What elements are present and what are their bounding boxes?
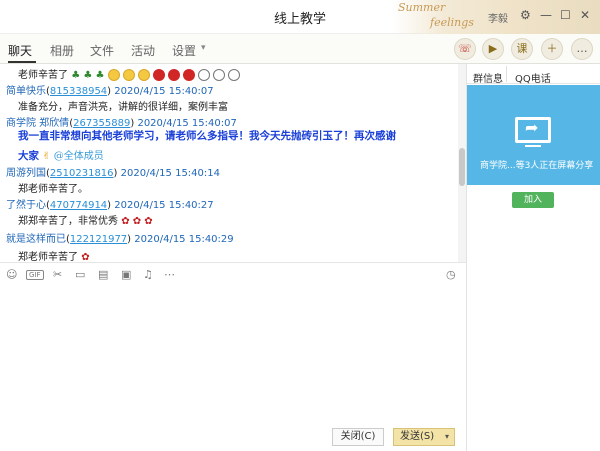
message-text: 郑老师辛苦了 [18, 252, 78, 262]
send-label: 发送(S) [400, 431, 435, 442]
settings-icon[interactable]: ⚙ [520, 8, 531, 22]
sender-qq[interactable]: 2510231816 [50, 168, 114, 179]
timestamp: 2020/4/15 15:40:07 [114, 86, 214, 97]
message-input[interactable] [0, 286, 466, 420]
emoji-icon[interactable]: ☺ [6, 268, 17, 281]
message-text: 老师辛苦了 [18, 70, 68, 81]
message-header: 了然于心(470774914) 2020/4/15 15:40:27 [6, 200, 214, 211]
emoji-icon [182, 69, 195, 81]
image-icon[interactable]: ▣ [121, 268, 131, 281]
emoji-icon [137, 69, 150, 81]
folder-icon[interactable]: ▭ [75, 268, 85, 281]
sender-name[interactable]: 周游列国 [6, 168, 46, 179]
tab-album[interactable]: 相册 [50, 42, 74, 59]
emoji-icon [152, 69, 165, 81]
more-icon[interactable]: … [571, 38, 593, 60]
user-name[interactable]: 李毅 [488, 10, 508, 25]
tab-qq-call[interactable]: QQ电话 [515, 70, 551, 85]
tab-chat[interactable]: 聊天 [8, 42, 32, 59]
emoji-icon [107, 69, 120, 81]
close-button[interactable]: 关闭(C) [332, 428, 384, 446]
emoji-strip [107, 69, 243, 81]
screen-stand [525, 145, 541, 147]
emoji-icon [122, 69, 135, 81]
message-text: 准备充分，声音洪亮，讲解的很详细，案例丰富 [18, 102, 228, 113]
chat-scrollbar[interactable] [458, 64, 466, 262]
gif-icon[interactable]: GIF [26, 270, 44, 280]
emoji-icon [212, 69, 225, 81]
timestamp: 2020/4/15 15:40:27 [114, 200, 214, 211]
sender-qq[interactable]: 122121977 [70, 234, 127, 245]
chevron-down-icon[interactable]: ▾ [201, 43, 206, 53]
tab-divider [506, 66, 507, 82]
tab-files[interactable]: 文件 [90, 42, 114, 59]
sender-qq[interactable]: 470774914 [50, 200, 107, 211]
video-icon[interactable]: ▶ [482, 38, 504, 60]
tab-activity[interactable]: 活动 [131, 42, 155, 59]
tab-bar: 聊天 相册 文件 活动 设置 ▾ [0, 34, 600, 64]
history-icon[interactable]: ◷ [446, 268, 456, 281]
message-text: 我一直非常想向其他老师学习，请老师么多指导！我今天先抛砖引玉了！再次感谢 [18, 130, 396, 142]
minimize-button[interactable]: — [540, 8, 552, 22]
screen-share-status: 商学院...等3人正在屏幕分享 [480, 161, 594, 171]
handshake-icon: ✌ [42, 151, 51, 162]
mention-all[interactable]: @全体成员 [54, 151, 104, 162]
message-row: 老师辛苦了 ♣ ♣ ♣ [18, 66, 243, 81]
sender-name[interactable]: 了然于心 [6, 200, 46, 211]
more-icon[interactable]: ⋯ [164, 268, 175, 281]
chevron-down-icon[interactable]: ▾ [445, 429, 449, 445]
lesson-icon[interactable]: 课 [511, 38, 533, 60]
maximize-button[interactable]: ☐ [560, 8, 571, 22]
join-button[interactable]: 加入 [512, 192, 554, 208]
message-text: 大家 ✌ @全体成员 [18, 147, 104, 163]
title-bar: Summer feelings 线上教学 李毅 ⚙ — ☐ ✕ [0, 0, 600, 34]
message-row: 郑郑辛苦了，非常优秀 ✿ ✿ ✿ [18, 212, 153, 227]
tab-group-info[interactable]: 群信息 [473, 70, 503, 85]
share-arrow-icon: ➦ [525, 118, 539, 137]
message-header: 周游列国(2510231816) 2020/4/15 15:40:14 [6, 168, 220, 179]
message-row: 郑老师辛苦了 ✿ [18, 248, 90, 262]
add-app-icon[interactable]: ＋ [541, 38, 563, 60]
scissors-icon[interactable]: ✂ [53, 268, 62, 281]
sender-name[interactable]: 就是这样而已 [6, 234, 66, 245]
tab-settings[interactable]: 设置 [172, 42, 196, 59]
chat-history[interactable]: 老师辛苦了 ♣ ♣ ♣ 简单快乐(815338954) 2020/4/15 15… [0, 64, 458, 262]
emoji-icon [227, 69, 240, 81]
emoji-icon [197, 69, 210, 81]
message-header: 商学院 郑欣倩(267355889) 2020/4/15 15:40:07 [6, 118, 237, 129]
window-title: 线上教学 [273, 12, 326, 27]
phone-icon[interactable]: ☏ [454, 38, 476, 60]
emoji-icon [167, 69, 180, 81]
timestamp: 2020/4/15 15:40:14 [120, 168, 220, 179]
sender-qq[interactable]: 815338954 [50, 86, 107, 97]
input-toolbar: ☺ GIF ✂ ▭ ▤ ▣ ♫ ⋯ ◷ [0, 262, 466, 286]
close-window-button[interactable]: ✕ [580, 8, 590, 22]
active-tab-indicator [8, 61, 36, 63]
message-header: 简单快乐(815338954) 2020/4/15 15:40:07 [6, 86, 214, 97]
timestamp: 2020/4/15 15:40:29 [134, 234, 234, 245]
sender-name[interactable]: 简单快乐 [6, 86, 46, 97]
send-button[interactable]: 发送(S) ▾ [393, 428, 455, 446]
message-text: 郑郑辛苦了，非常优秀 [18, 216, 118, 227]
file-icon[interactable]: ▤ [98, 268, 108, 281]
leaf-icon: ♣ ♣ ♣ [71, 70, 105, 81]
scroll-thumb[interactable] [459, 148, 465, 186]
message-header: 就是这样而已(122121977) 2020/4/15 15:40:29 [6, 234, 234, 245]
message-text: 郑老师辛苦了。 [18, 184, 88, 195]
rose-icon: ✿ ✿ ✿ [121, 216, 153, 227]
bell-icon[interactable]: ♫ [143, 268, 153, 281]
rose-icon: ✿ [81, 252, 90, 262]
message-text-cont: 大家 [18, 150, 39, 162]
